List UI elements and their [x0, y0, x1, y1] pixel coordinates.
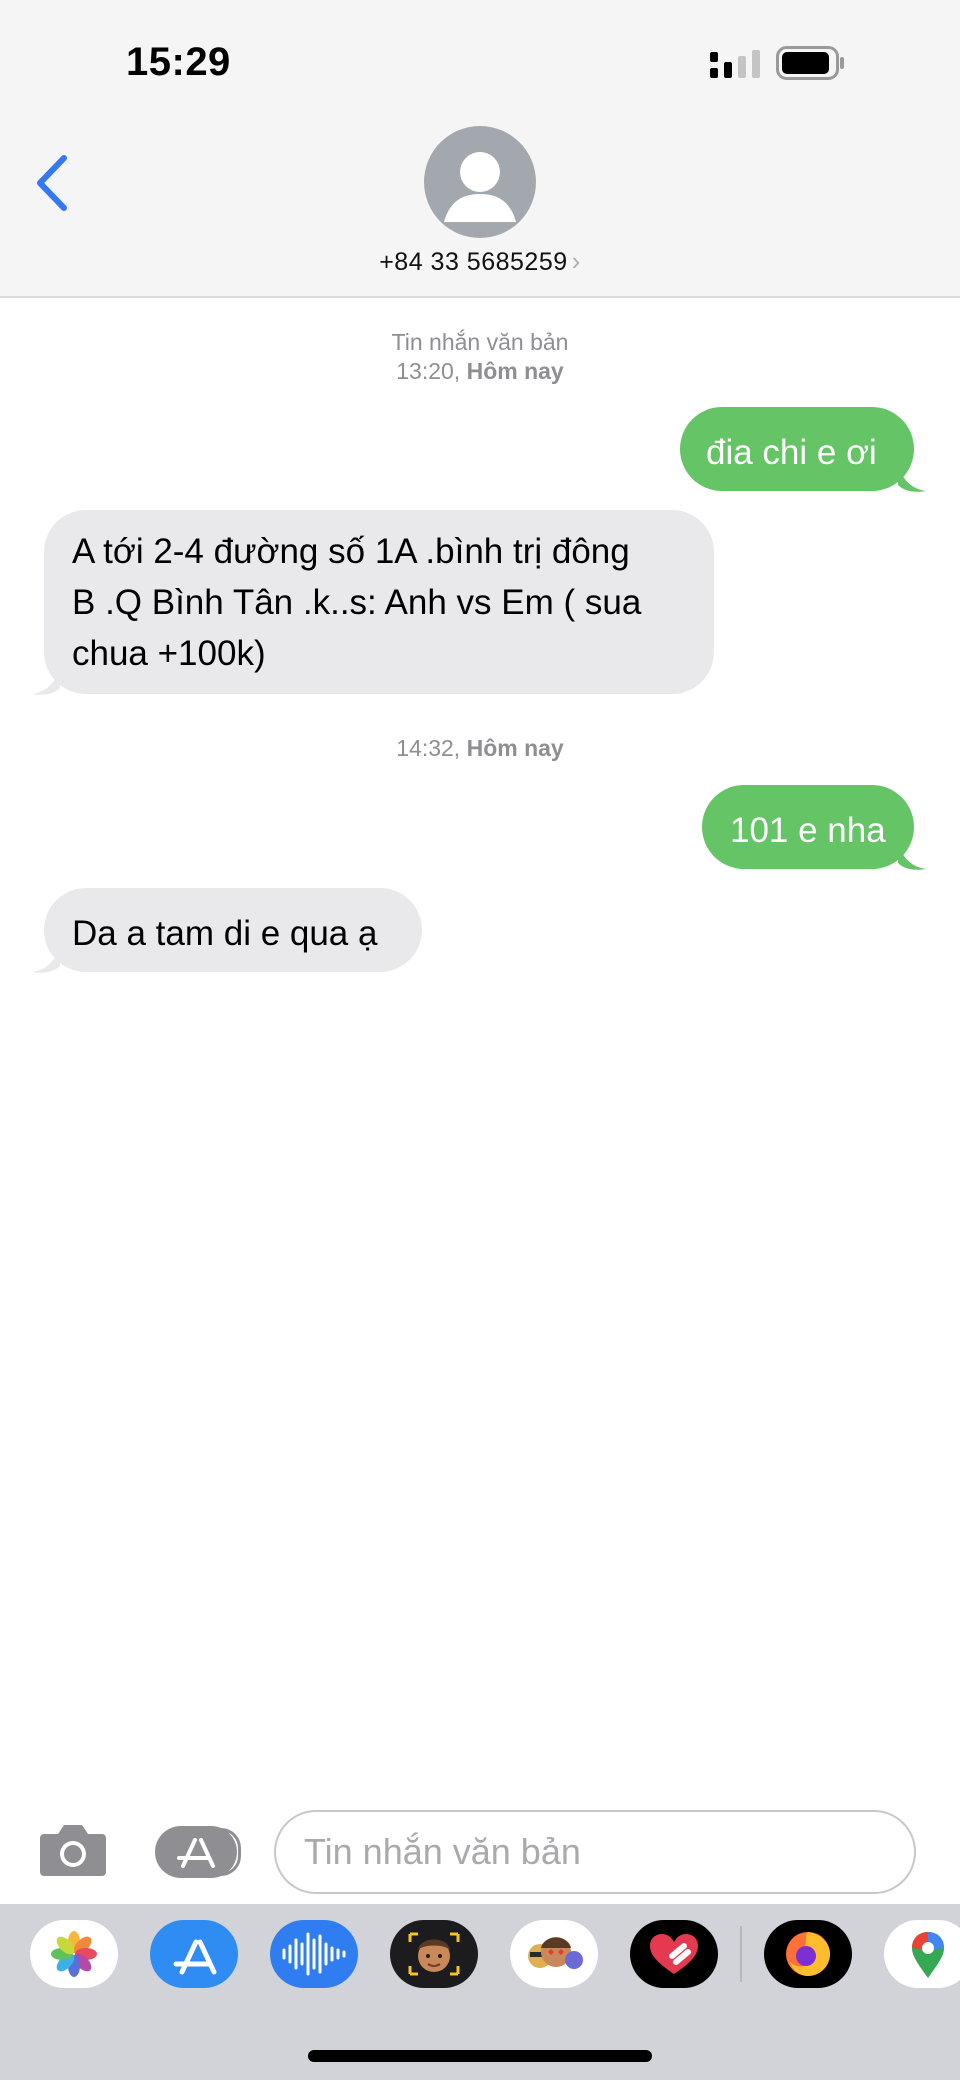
message-input[interactable]	[274, 1810, 916, 1894]
memoji-app-icon[interactable]	[390, 1920, 478, 1988]
sent-message-bubble[interactable]: đia chi e ơi	[680, 407, 914, 491]
contact-name-button[interactable]: +84 33 5685259 ›	[0, 246, 960, 277]
bubble-tail	[32, 670, 60, 695]
message-line: chua +100k)	[72, 634, 266, 673]
battery-icon	[776, 46, 844, 80]
app-store-button[interactable]	[155, 1826, 241, 1878]
timestamp-header: 14:32, Hôm nay	[0, 734, 960, 763]
contact-number: +84 33 5685259	[379, 248, 568, 276]
timestamp-text: 14:32, Hôm nay	[396, 735, 564, 761]
memoji-stickers-app-icon[interactable]	[510, 1920, 598, 1988]
digital-touch-app-icon[interactable]	[630, 1920, 718, 1988]
app-store-app-icon[interactable]	[150, 1920, 238, 1988]
google-maps-app-icon[interactable]	[884, 1920, 960, 1988]
photos-app-icon[interactable]	[30, 1920, 118, 1988]
home-indicator[interactable]	[308, 2050, 652, 2062]
timestamp-header: Tin nhắn văn bản 13:20, Hôm nay	[0, 328, 960, 386]
chevron-right-icon: ›	[571, 246, 581, 276]
firefox-app-icon[interactable]	[764, 1920, 852, 1988]
bubble-tail	[898, 845, 926, 870]
message-text: Da a tam di e qua ạ	[72, 914, 378, 953]
message-line: A tới 2-4 đường số 1A .bình trị đông	[72, 532, 630, 571]
cellular-signal-icon	[710, 50, 760, 78]
back-chevron-icon[interactable]	[28, 150, 76, 216]
message-text: 101 e nha	[730, 811, 886, 850]
received-message-bubble[interactable]: Da a tam di e qua ạ	[44, 888, 422, 972]
sent-message-bubble[interactable]: 101 e nha	[702, 785, 914, 869]
message-text: đia chi e ơi	[706, 433, 877, 472]
message-type-label: Tin nhắn văn bản	[391, 329, 569, 355]
message-line: B .Q Bình Tân .k..s: Anh vs Em ( sua	[72, 583, 642, 622]
status-time: 15:29	[126, 40, 231, 84]
apps-ring	[221, 1828, 241, 1876]
bubble-tail	[32, 948, 60, 973]
contact-avatar[interactable]	[424, 126, 536, 238]
timestamp-text: 13:20, Hôm nay	[396, 358, 564, 384]
drawer-separator	[740, 1926, 742, 1982]
person-silhouette-icon	[444, 152, 516, 222]
camera-icon[interactable]	[38, 1820, 108, 1878]
conversation-header: 15:29 +84 33 5685259 ›	[0, 0, 960, 298]
messages-screen: 15:29 +84 33 5685259 › Tin nhắn văn bản …	[0, 0, 960, 2080]
received-message-bubble[interactable]: A tới 2-4 đường số 1A .bình trị đông B .…	[44, 510, 714, 694]
audio-message-app-icon[interactable]	[270, 1920, 358, 1988]
bubble-tail	[898, 467, 926, 492]
